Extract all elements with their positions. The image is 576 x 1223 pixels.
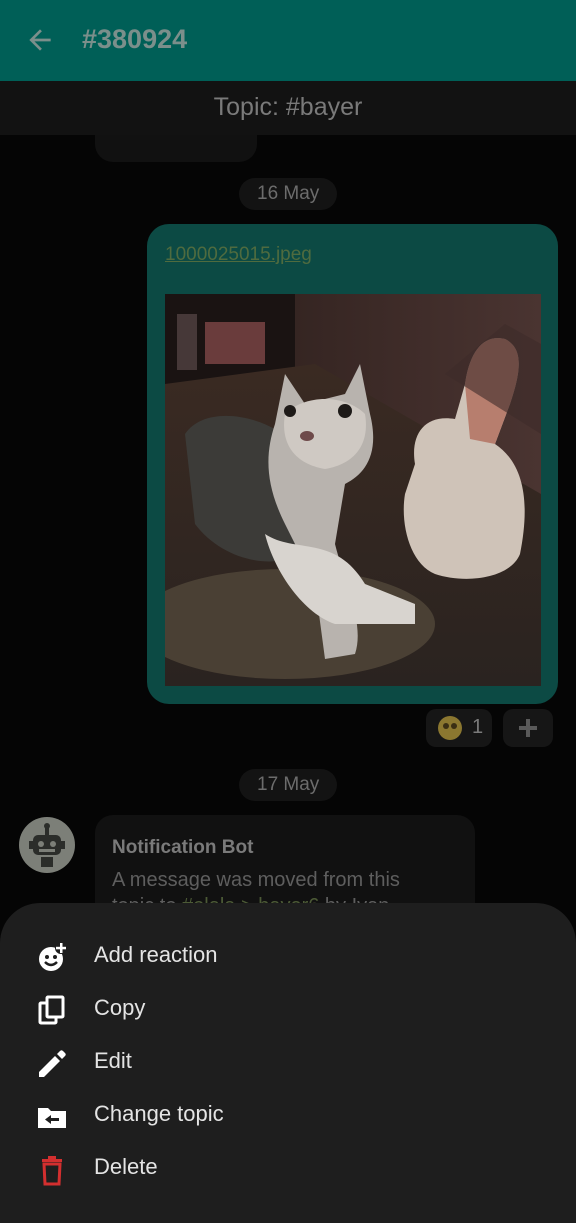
topic-bar[interactable]: Topic: #bayer xyxy=(0,81,576,135)
action-label: Change topic xyxy=(94,1101,224,1126)
add-reaction-icon xyxy=(39,942,67,971)
back-arrow-icon[interactable] xyxy=(24,24,56,56)
sender-name: Notification Bot xyxy=(112,837,254,858)
message-text-line: A message was moved from this xyxy=(112,869,400,891)
previous-message-card xyxy=(95,135,257,162)
copy-icon xyxy=(38,995,65,1025)
action-label: Copy xyxy=(94,995,146,1020)
bot-avatar[interactable] xyxy=(19,817,75,873)
robot-icon xyxy=(29,823,65,867)
action-add-reaction[interactable]: Add reaction xyxy=(0,930,576,983)
reaction-chip[interactable]: 1 xyxy=(426,709,492,747)
action-label: Delete xyxy=(94,1154,158,1179)
topic-label: Topic: #bayer xyxy=(213,93,363,121)
action-copy[interactable]: Copy xyxy=(0,983,576,1036)
action-change-topic[interactable]: Change topic xyxy=(0,1089,576,1142)
attachment-link[interactable]: 1000025015.jpeg xyxy=(165,244,312,266)
action-edit[interactable]: Edit xyxy=(0,1036,576,1089)
trash-icon xyxy=(42,1156,62,1186)
add-reaction-chip[interactable] xyxy=(503,709,553,747)
edit-pencil-icon xyxy=(39,1050,66,1077)
action-label: Add reaction xyxy=(94,942,218,967)
date-separator: 17 May xyxy=(239,769,338,801)
plus-icon xyxy=(519,719,537,737)
message-action-sheet: Add reaction Copy Edit Change topic Dele… xyxy=(0,903,576,1223)
date-separator: 16 May xyxy=(239,178,338,210)
flushed-face-emoji-icon xyxy=(438,716,462,740)
action-delete[interactable]: Delete xyxy=(0,1142,576,1195)
conversation-title: #380924 xyxy=(82,24,188,54)
reaction-count: 1 xyxy=(472,716,484,738)
sent-message-bubble[interactable]: 1000025015.jpeg xyxy=(147,224,558,704)
action-label: Edit xyxy=(94,1048,132,1073)
folder-move-icon xyxy=(38,1108,66,1128)
app-bar: #380924 xyxy=(0,0,576,81)
attached-photo[interactable] xyxy=(165,294,541,686)
cat-thumbs-up-image xyxy=(165,294,541,686)
